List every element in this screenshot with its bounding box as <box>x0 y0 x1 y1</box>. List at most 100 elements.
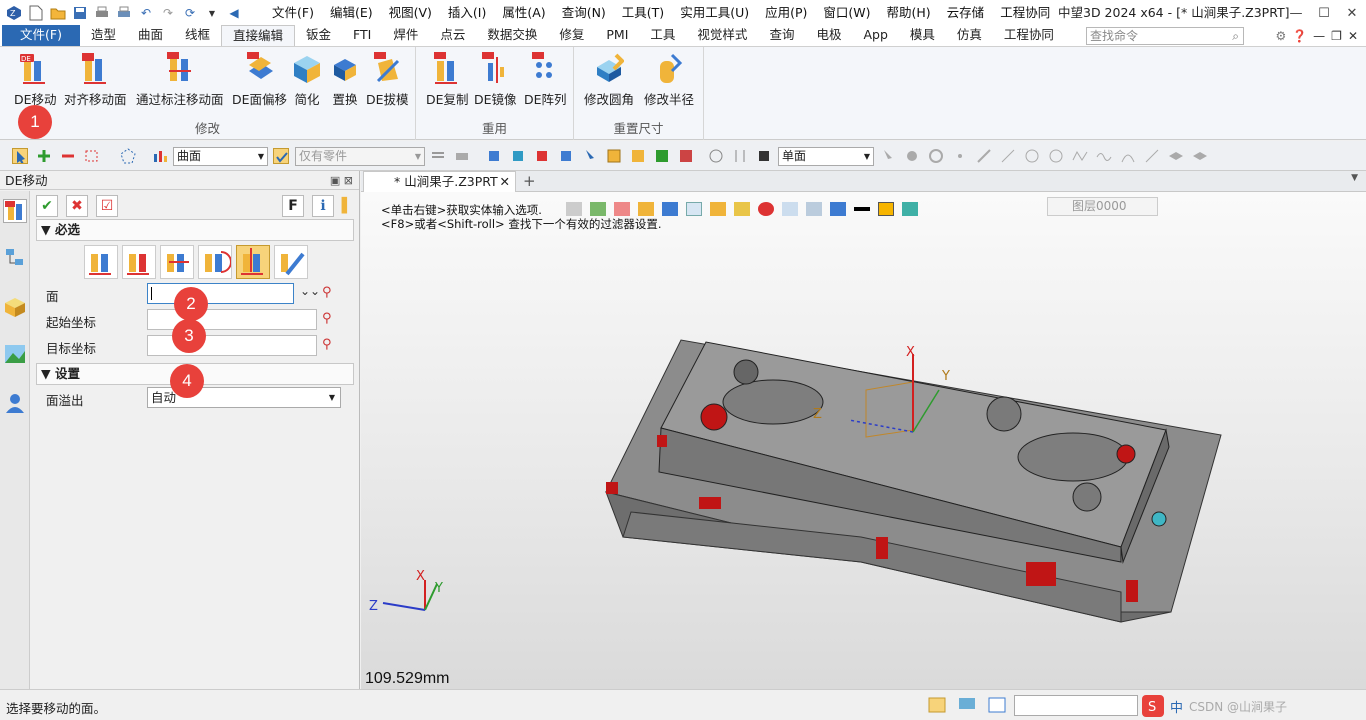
app-logo-icon[interactable]: Z <box>6 5 22 21</box>
pick-arrow-icon[interactable] <box>582 148 598 164</box>
line-snap-icon[interactable] <box>976 148 992 164</box>
menu-apps[interactable]: 应用(P) <box>757 0 815 26</box>
clock-icon[interactable] <box>708 148 724 164</box>
menu-window[interactable]: 窗口(W) <box>815 0 878 26</box>
tab-repair[interactable]: 修复 <box>548 25 595 46</box>
dropdown-arrow-icon[interactable]: ▼ <box>204 5 220 21</box>
menu-utilities[interactable]: 实用工具(U) <box>672 0 757 26</box>
bracket-icon[interactable] <box>732 148 748 164</box>
de-draft-button[interactable]: DE拔模 <box>366 51 409 108</box>
filter-list-icon[interactable] <box>152 148 168 164</box>
menu-cloud-storage[interactable]: 云存储 <box>939 0 993 26</box>
tab-mold[interactable]: 模具 <box>899 25 946 46</box>
snap-grey-3-icon[interactable] <box>928 148 944 164</box>
redo-icon[interactable]: ↷ <box>160 5 176 21</box>
snap-icon-4[interactable] <box>558 148 574 164</box>
tab-tools[interactable]: 工具 <box>639 25 686 46</box>
table-icon[interactable] <box>606 148 622 164</box>
part-model-view[interactable]: X Y Z X Y Z <box>361 192 1366 689</box>
tab-file[interactable]: 文件(F) <box>2 25 80 46</box>
de-face-offset-button[interactable]: DE面偏移 <box>232 51 287 108</box>
mode-move-icon[interactable] <box>84 245 118 279</box>
close-doc-icon[interactable]: ✕ <box>1348 29 1358 43</box>
modify-fillet-button[interactable]: 修改圆角 <box>584 51 634 108</box>
tab-wireframe[interactable]: 线框 <box>174 25 221 46</box>
minimize-button[interactable]: — <box>1282 0 1310 26</box>
box-select-icon[interactable] <box>84 148 100 164</box>
tab-app[interactable]: App <box>852 25 898 46</box>
de-pattern-button[interactable]: DE阵列 <box>524 51 567 108</box>
arc-snap-icon[interactable] <box>1120 148 1136 164</box>
apply-button[interactable]: ☑ <box>96 195 118 217</box>
help-icon[interactable]: ❓ <box>1292 29 1307 43</box>
maximize-button[interactable]: ☐ <box>1310 0 1338 26</box>
status-monitor-icon[interactable] <box>958 697 976 713</box>
tab-collaboration[interactable]: 工程协同 <box>993 25 1065 46</box>
curve-snap-icon[interactable] <box>1072 148 1088 164</box>
panel-pin-close-icons[interactable]: ▣ ⊠ <box>330 171 353 190</box>
start-coord-pick-icon[interactable]: ⚲ <box>322 311 332 326</box>
snap-icon-1[interactable] <box>486 148 502 164</box>
tab-visual-style[interactable]: 视觉样式 <box>686 25 758 46</box>
ok-button[interactable]: ✔ <box>36 195 58 217</box>
replace-button[interactable]: 置换 <box>330 51 360 108</box>
select-pointer-icon[interactable] <box>12 148 28 164</box>
history-tree-icon[interactable] <box>3 247 27 271</box>
menu-collaboration[interactable]: 工程协同 <box>992 0 1058 26</box>
tangent-snap-icon[interactable] <box>1144 148 1160 164</box>
status-view-icon[interactable] <box>928 697 946 713</box>
tab-point-cloud[interactable]: 点云 <box>429 25 476 46</box>
snap-icon-2[interactable] <box>510 148 526 164</box>
face-input[interactable] <box>147 283 294 304</box>
de-copy-button[interactable]: DE复制 <box>426 51 469 108</box>
scope-select[interactable]: 仅有零件 ▼ <box>295 147 425 166</box>
print-preview-icon[interactable] <box>116 5 132 21</box>
parts-only-toggle-icon[interactable] <box>273 148 289 164</box>
tab-weldment[interactable]: 焊件 <box>382 25 429 46</box>
expand-chevron-icon[interactable]: ⌄⌄ <box>300 284 320 298</box>
mode-align-icon[interactable] <box>198 245 232 279</box>
move-face-by-dimension-button[interactable]: 通过标注移动面 <box>136 51 224 108</box>
face-pick-icon[interactable]: ⚲ <box>322 285 332 300</box>
add-filter-icon[interactable] <box>36 148 52 164</box>
tab-pmi[interactable]: PMI <box>595 25 639 46</box>
mode-dynamic-icon[interactable] <box>236 245 270 279</box>
menu-tools[interactable]: 工具(T) <box>614 0 672 26</box>
menu-view[interactable]: 视图(V) <box>381 0 440 26</box>
expand-panel-icon[interactable]: ▌ <box>342 195 353 217</box>
simplify-button[interactable]: 简化 <box>292 51 322 108</box>
target-coord-pick-icon[interactable]: ⚲ <box>322 337 332 352</box>
view-icon-c[interactable] <box>678 148 694 164</box>
face-select-mode[interactable]: 单面 ▼ <box>778 147 874 166</box>
snap-grey-4-icon[interactable] <box>952 148 968 164</box>
document-tab[interactable]: * 山涧果子.Z3PRT ✕ <box>363 171 516 192</box>
de-mirror-button[interactable]: DE镜像 <box>474 51 517 108</box>
rebuild-icon[interactable]: ⟳ <box>182 5 198 21</box>
print-icon[interactable] <box>94 5 110 21</box>
snap-icon-3[interactable] <box>534 148 550 164</box>
close-window-button[interactable]: ✕ <box>1338 0 1366 26</box>
sogou-ime-icon[interactable]: S <box>1142 695 1164 717</box>
wave-snap-icon[interactable] <box>1096 148 1112 164</box>
cancel-button[interactable]: ✖ <box>66 195 88 217</box>
mode-along-icon[interactable] <box>274 245 308 279</box>
f-button[interactable]: F <box>282 195 304 217</box>
status-list-icon[interactable] <box>988 697 1006 713</box>
menu-edit[interactable]: 编辑(E) <box>322 0 381 26</box>
3d-viewport[interactable]: <单击右键>获取实体输入选项. <F8>或者<Shift-roll> 查找下一个… <box>361 192 1366 689</box>
surface-snap-2-icon[interactable] <box>1192 148 1208 164</box>
back-arrow-icon[interactable]: ◀ <box>226 5 242 21</box>
tab-surface[interactable]: 曲面 <box>127 25 174 46</box>
line-snap-2-icon[interactable] <box>1000 148 1016 164</box>
info-button[interactable]: ℹ <box>312 195 334 217</box>
circle-snap-2-icon[interactable] <box>1048 148 1064 164</box>
menu-help[interactable]: 帮助(H) <box>879 0 939 26</box>
circle-snap-icon[interactable] <box>1024 148 1040 164</box>
remove-filter-icon[interactable] <box>60 148 76 164</box>
close-tab-icon[interactable]: ✕ <box>500 172 510 192</box>
user-tab-icon[interactable] <box>3 391 27 415</box>
section-required-header[interactable]: ▼ 必选 <box>36 219 354 241</box>
view-icon-b[interactable] <box>654 148 670 164</box>
tab-electrode[interactable]: 电极 <box>805 25 852 46</box>
stop-icon[interactable] <box>756 148 772 164</box>
